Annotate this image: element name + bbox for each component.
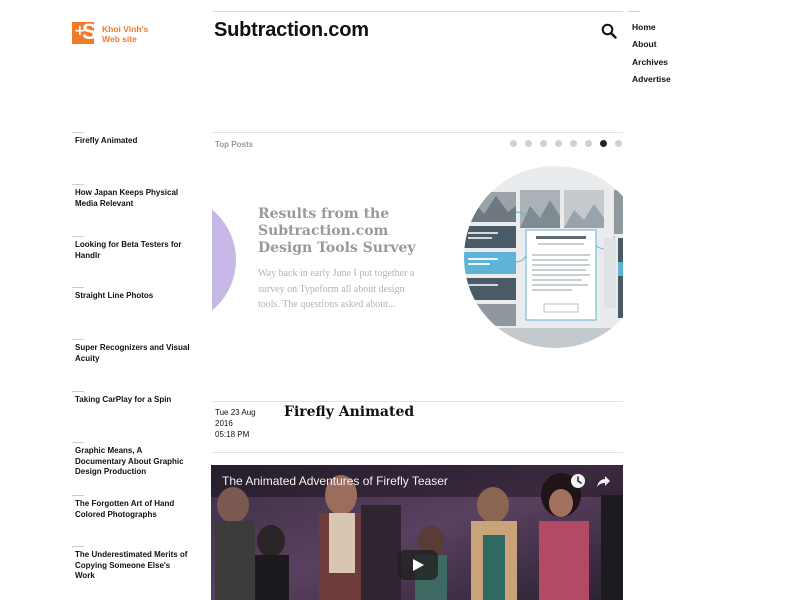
slide-image[interactable] (464, 166, 623, 348)
logo-text-line2: Web site (102, 34, 137, 44)
clock-icon[interactable] (570, 473, 586, 489)
play-icon (413, 559, 424, 571)
post-date-year: 2016 (215, 419, 233, 428)
slide-title[interactable]: Results from the Subtraction.com Design … (258, 206, 438, 257)
nav-divider (628, 11, 640, 12)
carousel-dot[interactable] (540, 140, 547, 147)
logo-text-line1: Khoi Vinh's (102, 24, 149, 34)
carousel-dot[interactable] (510, 140, 517, 147)
header-divider (212, 11, 623, 12)
sidebar-item-divider (72, 287, 84, 288)
carousel-pagination (510, 140, 630, 147)
video-title[interactable]: The Animated Adventures of Firefly Tease… (222, 474, 448, 488)
sidebar-item-link[interactable]: Super Recognizers and Visual Acuity (72, 343, 192, 364)
post-date-time: 05:18 PM (215, 430, 250, 439)
post-date-day: Tue 23 Aug (215, 408, 256, 417)
carousel-dot[interactable] (585, 140, 592, 147)
slide-excerpt: Way back in early June I put together a … (258, 268, 415, 310)
carousel-dot[interactable] (615, 140, 622, 147)
sidebar-item-link[interactable]: The Forgotten Art of Hand Colored Photog… (72, 499, 192, 520)
carousel-dot[interactable] (555, 140, 562, 147)
logo-text: Khoi Vinh's Web site (102, 24, 148, 44)
sidebar-item-link[interactable]: The Underestimated Merits of Copying Som… (72, 550, 192, 582)
nav-item-home[interactable]: Home (632, 22, 671, 39)
carousel-dot-active[interactable] (600, 140, 607, 147)
post-divider-bottom (212, 452, 623, 453)
top-posts-label: Top Posts (215, 140, 254, 149)
carousel-dot[interactable] (570, 140, 577, 147)
sidebar-item: Firefly Animated (72, 132, 192, 147)
nav-item-advertise[interactable]: Advertise (632, 74, 671, 91)
sidebar-item-link[interactable]: Looking for Beta Testers for Handlr (72, 240, 192, 261)
sidebar-item-link[interactable]: Firefly Animated (72, 136, 192, 147)
sidebar-item-divider (72, 546, 84, 547)
post-divider-top (212, 401, 623, 402)
sidebar-item-divider (72, 391, 84, 392)
logo-mark: + S (72, 19, 97, 44)
site-logo[interactable]: + S Khoi Vinh's Web site (72, 19, 148, 44)
sidebar-item-link[interactable]: Graphic Means, A Documentary About Graph… (72, 446, 192, 478)
sidebar-item-divider (72, 442, 84, 443)
post-title[interactable]: Firefly Animated (284, 404, 414, 420)
previous-slide-image[interactable] (212, 195, 236, 325)
play-button[interactable] (398, 550, 438, 580)
sidebar-item-divider (72, 132, 84, 133)
sidebar-item: Straight Line Photos (72, 287, 192, 302)
sidebar-item-link[interactable]: Taking CarPlay for a Spin (72, 395, 192, 406)
nav-item-about[interactable]: About (632, 39, 671, 56)
sidebar-item: Taking CarPlay for a Spin (72, 391, 192, 406)
sidebar-item: The Forgotten Art of Hand Colored Photog… (72, 495, 192, 520)
video-player[interactable]: The Animated Adventures of Firefly Tease… (211, 465, 623, 600)
search-icon[interactable] (601, 23, 617, 39)
site-title[interactable]: Subtraction.com (214, 19, 369, 42)
sidebar-item: Super Recognizers and Visual Acuity (72, 339, 192, 364)
main-nav: Home About Archives Advertise (632, 22, 671, 91)
sidebar-item: Looking for Beta Testers for Handlr (72, 236, 192, 261)
sidebar-item-link[interactable]: Straight Line Photos (72, 291, 192, 302)
sidebar-item-link[interactable]: How Japan Keeps Physical Media Relevant (72, 188, 192, 209)
post-date: Tue 23 Aug 2016 05:18 PM (215, 407, 256, 440)
nav-item-archives[interactable]: Archives (632, 57, 671, 74)
sidebar-item-divider (72, 184, 84, 185)
carousel-slide[interactable]: Results from the Subtraction.com Design … (212, 160, 623, 360)
sidebar-item: Graphic Means, A Documentary About Graph… (72, 442, 192, 478)
carousel-dot[interactable] (525, 140, 532, 147)
share-icon[interactable] (595, 473, 611, 489)
top-posts-divider (212, 132, 623, 133)
sidebar-item-divider (72, 236, 84, 237)
sidebar-item: How Japan Keeps Physical Media Relevant (72, 184, 192, 209)
sidebar-item: The Underestimated Merits of Copying Som… (72, 546, 192, 582)
sidebar-item-divider (72, 495, 84, 496)
sidebar-item-divider (72, 339, 84, 340)
